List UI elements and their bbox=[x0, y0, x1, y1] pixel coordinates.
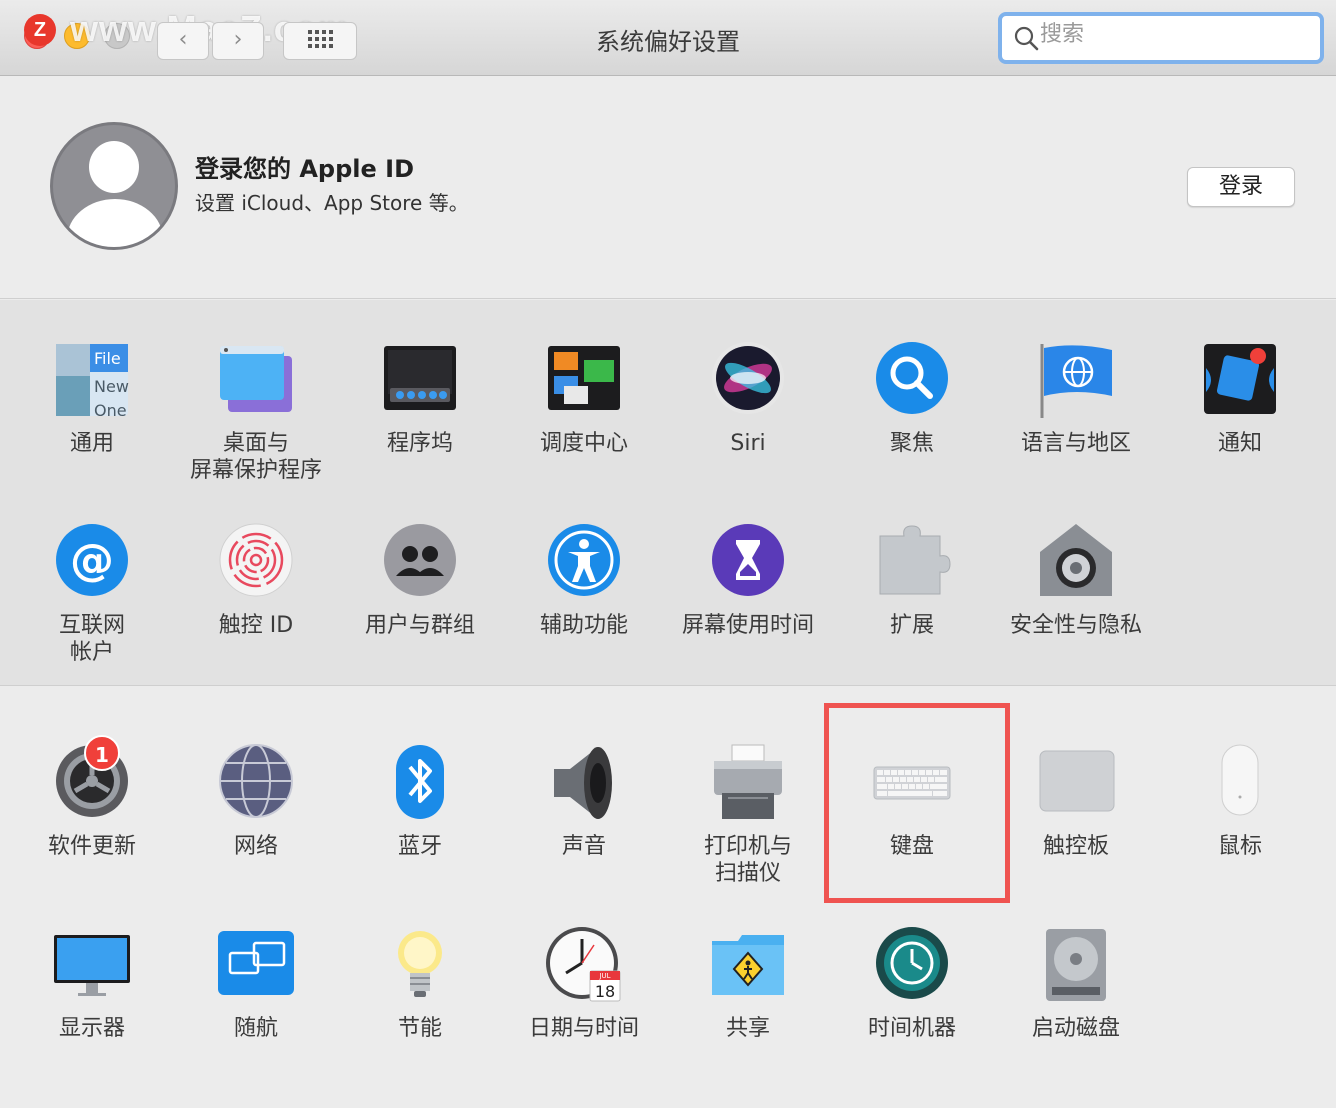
pane-label: 软件更新 bbox=[47, 834, 136, 859]
extensions-icon bbox=[879, 525, 951, 595]
energy-saver-icon bbox=[398, 931, 442, 997]
pane-label: 随航 bbox=[233, 1016, 278, 1041]
pane-label: 网络 bbox=[233, 834, 278, 859]
startup-disk-icon bbox=[1046, 929, 1106, 1001]
pane-label: 打印机与 扫描仪 bbox=[703, 834, 792, 886]
general-icon-text-new: New bbox=[94, 377, 129, 396]
accessibility-icon bbox=[548, 524, 620, 596]
apple-id-subtitle: 设置 iCloud、App Store 等。 bbox=[195, 191, 469, 215]
pane-label: 用户与群组 bbox=[364, 613, 475, 638]
pane-label: 调度中心 bbox=[539, 431, 628, 456]
hardware-prefs-section: 1 软件更新 网络 蓝牙 声音 打印机与 扫描仪 键盘 触控板 鼠标 显示器 随… bbox=[0, 687, 1336, 1108]
trackpad-icon bbox=[1039, 750, 1115, 812]
update-badge: 1 bbox=[84, 735, 120, 771]
language-region-icon bbox=[1040, 344, 1112, 418]
pane-label: 蓝牙 bbox=[397, 834, 442, 859]
dock-icon bbox=[384, 346, 456, 410]
notifications-icon bbox=[1204, 344, 1276, 414]
pane-label: 通用 bbox=[69, 431, 114, 456]
pane-label: 共享 bbox=[725, 1016, 770, 1041]
apple-id-title: 登录您的 Apple ID bbox=[195, 155, 414, 183]
security-privacy-icon bbox=[1040, 524, 1112, 596]
time-machine-icon bbox=[876, 927, 948, 999]
pane-label: 聚焦 bbox=[889, 431, 934, 456]
login-button[interactable]: 登录 bbox=[1187, 167, 1295, 207]
title-bar: Z www.MacZ.com ‹ › 系统偏好设置 bbox=[0, 0, 1336, 76]
pane-label: 互联网 帐户 bbox=[58, 613, 125, 665]
pane-label: 通知 bbox=[1217, 431, 1262, 456]
keyboard-highlight-box bbox=[824, 703, 1010, 903]
pane-label: 日期与时间 bbox=[528, 1016, 639, 1041]
pane-label: 声音 bbox=[561, 834, 606, 859]
pane-label: 触控 ID bbox=[218, 613, 294, 638]
calendar-day: 18 bbox=[595, 982, 615, 1001]
mission-control-icon bbox=[548, 346, 620, 410]
date-time-icon: JUL 18 bbox=[546, 927, 621, 1002]
pane-label: 安全性与隐私 bbox=[1009, 613, 1142, 638]
calendar-month: JUL bbox=[598, 972, 610, 980]
avatar[interactable] bbox=[50, 122, 178, 250]
screen-time-icon bbox=[712, 524, 784, 596]
bluetooth-icon bbox=[396, 745, 444, 819]
mouse-icon bbox=[1221, 744, 1259, 816]
pane-label: 启动磁盘 bbox=[1031, 1016, 1120, 1041]
printers-scanners-icon bbox=[714, 744, 782, 819]
pane-label: 扩展 bbox=[889, 613, 934, 638]
touch-id-icon bbox=[219, 523, 293, 597]
pane-label: 程序坞 bbox=[386, 431, 453, 456]
general-icon-text-one: One bbox=[94, 401, 127, 420]
pane-label: 屏幕使用时间 bbox=[681, 613, 814, 638]
svg-text:@: @ bbox=[70, 535, 114, 586]
displays-icon bbox=[54, 935, 130, 996]
spotlight-icon bbox=[876, 342, 948, 414]
pane-label: 鼠标 bbox=[1217, 834, 1262, 859]
search-field[interactable] bbox=[998, 12, 1324, 64]
pane-label: 时间机器 bbox=[867, 1016, 956, 1041]
pane-label: 显示器 bbox=[58, 1016, 125, 1041]
general-icon: File New One bbox=[56, 344, 129, 420]
sharing-icon bbox=[712, 935, 784, 995]
desktop-screensaver-icon bbox=[220, 346, 292, 412]
apple-id-section: 登录您的 Apple ID 设置 iCloud、App Store 等。 登录 bbox=[0, 77, 1336, 299]
pane-label: 语言与地区 bbox=[1020, 431, 1131, 456]
siri-icon bbox=[712, 342, 784, 414]
search-input[interactable] bbox=[1040, 22, 1310, 47]
pane-label: 桌面与 屏幕保护程序 bbox=[189, 431, 322, 483]
pane-label: Siri bbox=[730, 431, 766, 456]
personal-prefs-section: File New One 通用 桌面与 屏幕保护程序 程序坞 调度中心 Siri… bbox=[0, 300, 1336, 686]
sidecar-icon bbox=[218, 931, 294, 995]
pane-label: 触控板 bbox=[1042, 834, 1109, 859]
pane-label: 节能 bbox=[397, 1016, 442, 1041]
sound-icon bbox=[554, 747, 612, 819]
network-icon bbox=[219, 744, 293, 818]
search-icon bbox=[1014, 26, 1039, 51]
pane-label: 辅助功能 bbox=[539, 613, 628, 638]
internet-accounts-icon: @ bbox=[56, 524, 128, 596]
users-groups-icon bbox=[384, 524, 456, 596]
general-icon-text-file: File bbox=[94, 349, 121, 368]
